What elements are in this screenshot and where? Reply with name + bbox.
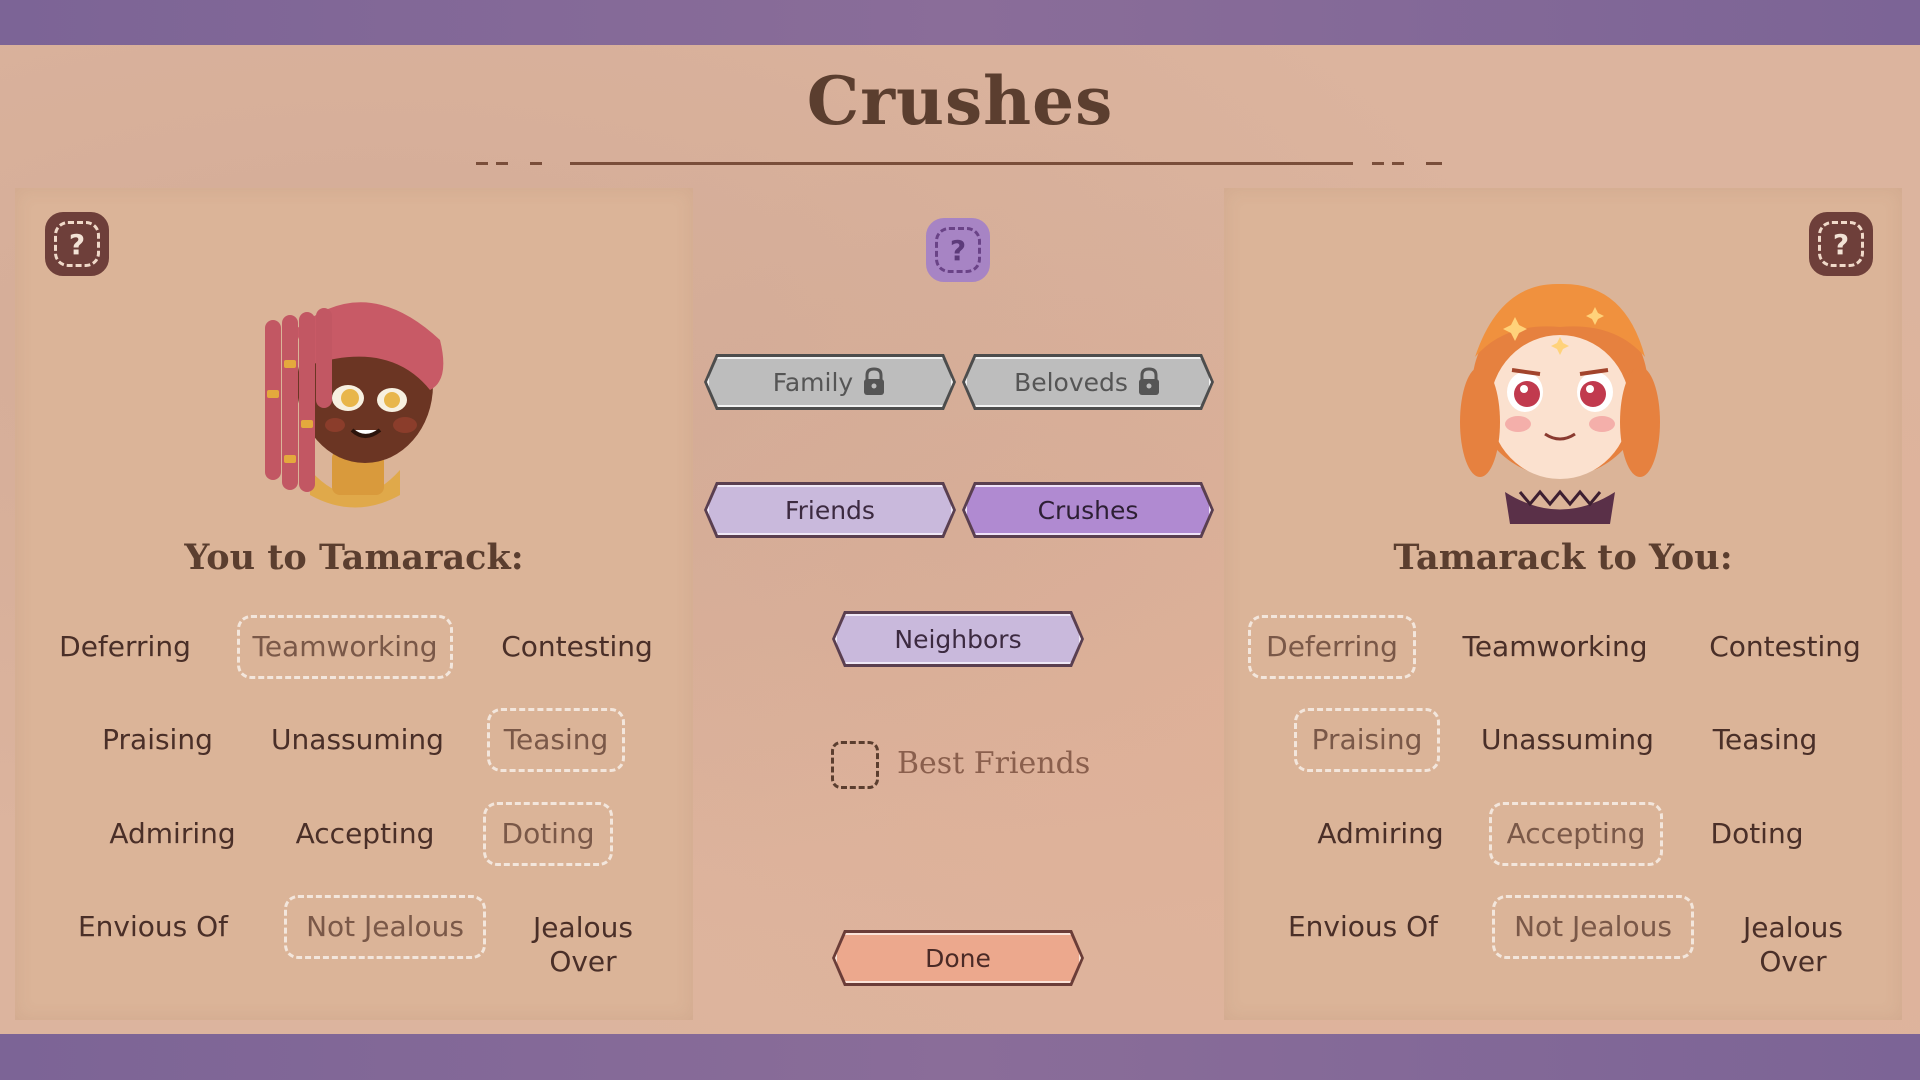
trait-option[interactable]: Teamworking <box>237 615 453 679</box>
done-button[interactable]: Done <box>832 930 1084 986</box>
trait-option[interactable]: Not Jealous <box>1492 895 1694 959</box>
beloveds-label: Beloveds <box>1014 367 1128 397</box>
right-help-button[interactable]: ? <box>1809 212 1873 276</box>
lock-icon <box>861 367 887 397</box>
title-divider <box>1372 162 1384 165</box>
title-divider <box>1438 162 1442 165</box>
title-divider <box>1392 162 1404 165</box>
title-divider <box>496 162 508 165</box>
beloveds-button[interactable]: Beloveds <box>962 354 1214 410</box>
trait-option[interactable]: Envious Of <box>1278 895 1448 959</box>
player-portrait <box>265 302 444 508</box>
bottom-band <box>0 1034 1920 1080</box>
crushes-label: Crushes <box>965 485 1211 535</box>
page-title: Crushes <box>806 62 1114 140</box>
center-help-button[interactable]: ? <box>926 218 990 282</box>
family-label: Family <box>772 367 854 397</box>
trait-option[interactable]: Praising <box>1294 708 1440 772</box>
best-friends-label: Best Friends <box>897 746 1091 781</box>
trait-option[interactable]: Doting <box>1697 802 1817 866</box>
trait-option[interactable]: Accepting <box>290 802 440 866</box>
trait-option[interactable]: Deferring <box>55 615 195 679</box>
lock-icon <box>1136 367 1162 397</box>
trait-option[interactable]: Unassuming <box>1480 708 1655 772</box>
done-label: Done <box>835 933 1081 983</box>
title-divider <box>476 162 488 165</box>
trait-option[interactable]: Unassuming <box>270 708 445 772</box>
left-help-button[interactable]: ? <box>45 212 109 276</box>
trait-option[interactable]: Admiring <box>109 802 235 866</box>
trait-option[interactable]: Doting <box>483 802 613 866</box>
best-friends-checkbox[interactable] <box>831 741 879 789</box>
title-divider <box>570 162 1353 165</box>
trait-option[interactable]: Praising <box>95 708 220 772</box>
top-band <box>0 0 1920 45</box>
npc-portrait <box>1460 283 1660 524</box>
trait-option[interactable]: Admiring <box>1317 802 1443 866</box>
crushes-button[interactable]: Crushes <box>962 482 1214 538</box>
trait-option[interactable]: Teasing <box>1700 708 1830 772</box>
trait-option[interactable]: Jealous Over <box>518 905 648 985</box>
neighbors-button[interactable]: Neighbors <box>832 611 1084 667</box>
friends-button[interactable]: Friends <box>704 482 956 538</box>
question-icon: ? <box>54 221 100 267</box>
question-icon: ? <box>935 227 981 273</box>
right-panel-heading: Tamarack to You: <box>1393 537 1733 578</box>
left-panel-heading: You to Tamarack: <box>184 537 524 578</box>
title-divider <box>530 162 542 165</box>
trait-option[interactable]: Teasing <box>487 708 625 772</box>
trait-option[interactable]: Contesting <box>1705 615 1865 679</box>
trait-option[interactable]: Jealous Over <box>1728 905 1858 985</box>
trait-option[interactable]: Not Jealous <box>284 895 486 959</box>
friends-label: Friends <box>707 485 953 535</box>
family-button[interactable]: Family <box>704 354 956 410</box>
trait-option[interactable]: Accepting <box>1489 802 1663 866</box>
neighbors-label: Neighbors <box>835 614 1081 664</box>
question-icon: ? <box>1818 221 1864 267</box>
trait-option[interactable]: Envious Of <box>68 895 238 959</box>
trait-option[interactable]: Teamworking <box>1460 615 1650 679</box>
trait-option[interactable]: Deferring <box>1248 615 1416 679</box>
title-divider <box>1426 162 1438 165</box>
trait-option[interactable]: Contesting <box>497 615 657 679</box>
